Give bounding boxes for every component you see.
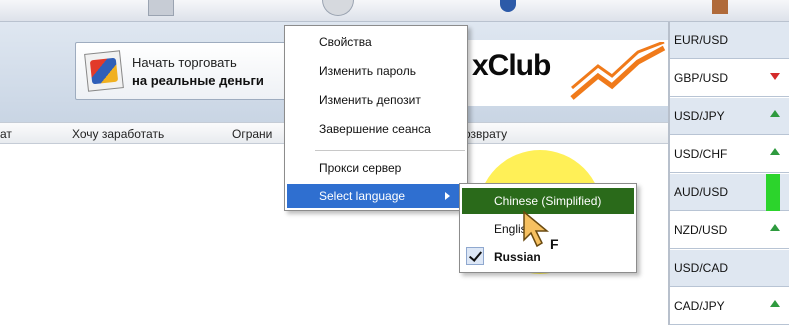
cursor-label: F	[550, 236, 559, 252]
menu-item-properties[interactable]: Свойства	[287, 30, 465, 54]
pair-label: GBP/USD	[674, 71, 729, 85]
account-context-menu: Свойства Изменить пароль Изменить депози…	[284, 25, 468, 211]
pair-row-nzdusd[interactable]: NZD/USD	[670, 212, 789, 249]
menu-item-change-deposit[interactable]: Изменить депозит	[287, 88, 465, 112]
pair-label: USD/CHF	[674, 147, 728, 161]
column-header-1[interactable]: ат	[0, 127, 12, 141]
top-toolbar	[0, 0, 789, 22]
arrow-up-icon	[770, 224, 780, 231]
menu-item-label: Завершение сеанса	[319, 122, 431, 136]
exit-icon[interactable]	[712, 0, 728, 14]
arrow-up-icon	[770, 110, 780, 117]
pair-row-usdjpy[interactable]: USD/JPY	[670, 98, 789, 135]
logo-text: xClub	[472, 49, 551, 82]
pair-label: USD/CAD	[674, 261, 729, 275]
chart-icon[interactable]	[148, 0, 174, 16]
promo-line-2: на реальные деньги	[132, 73, 264, 88]
menu-item-label: Свойства	[319, 35, 372, 49]
pair-label: USD/JPY	[674, 109, 725, 123]
pair-label: EUR/USD	[674, 33, 729, 47]
menu-item-proxy-server[interactable]: Прокси сервер	[287, 156, 465, 180]
real-money-promo-button[interactable]: Начать торговать на реальные деньги	[75, 42, 300, 100]
language-item-label: Chinese (Simplified)	[494, 194, 602, 208]
clock-icon[interactable]	[322, 0, 354, 16]
menu-item-end-session[interactable]: Завершение сеанса	[287, 117, 465, 141]
logo-mark-icon	[570, 42, 666, 100]
trend-highlight-cell	[766, 174, 780, 211]
menu-separator	[315, 150, 465, 151]
promo-line-1: Начать торговать	[132, 55, 237, 70]
pair-row-usdchf[interactable]: USD/CHF	[670, 136, 789, 173]
menu-item-label: Прокси сервер	[319, 161, 402, 175]
menu-item-label: Select language	[319, 189, 406, 203]
column-header-earn[interactable]: Хочу заработать	[72, 127, 164, 141]
checkmark-icon	[466, 247, 484, 265]
language-item-label: Russian	[494, 250, 541, 264]
arrow-up-icon	[770, 148, 780, 155]
arrow-down-icon	[770, 73, 780, 80]
pair-row-audusd[interactable]: AUD/USD	[670, 174, 789, 211]
pair-label: NZD/USD	[674, 223, 728, 237]
brand-logo: xClub	[448, 40, 668, 106]
globe-icon[interactable]	[500, 0, 516, 12]
pair-row-usdcad[interactable]: USD/CAD	[670, 250, 789, 287]
submenu-arrow-icon	[445, 192, 450, 200]
pair-row-gbpusd[interactable]: GBP/USD	[670, 60, 789, 97]
arrow-up-icon	[770, 300, 780, 307]
pair-label: CAD/JPY	[674, 299, 725, 313]
pair-row-cadjpy[interactable]: CAD/JPY	[670, 288, 789, 325]
money-icon	[84, 50, 124, 92]
menu-item-select-language[interactable]: Select language	[287, 184, 465, 208]
menu-item-label: Изменить депозит	[319, 93, 421, 107]
column-header-return[interactable]: озврату	[464, 127, 507, 141]
column-header-limit[interactable]: Ограни	[232, 127, 272, 141]
currency-pairs-sidebar: EUR/USD GBP/USD USD/JPY USD/CHF AUD/USD …	[668, 22, 789, 325]
menu-item-label: Изменить пароль	[319, 64, 416, 78]
pair-label: AUD/USD	[674, 185, 729, 199]
pair-row-eurusd[interactable]: EUR/USD	[670, 22, 789, 59]
menu-item-change-password[interactable]: Изменить пароль	[287, 59, 465, 83]
